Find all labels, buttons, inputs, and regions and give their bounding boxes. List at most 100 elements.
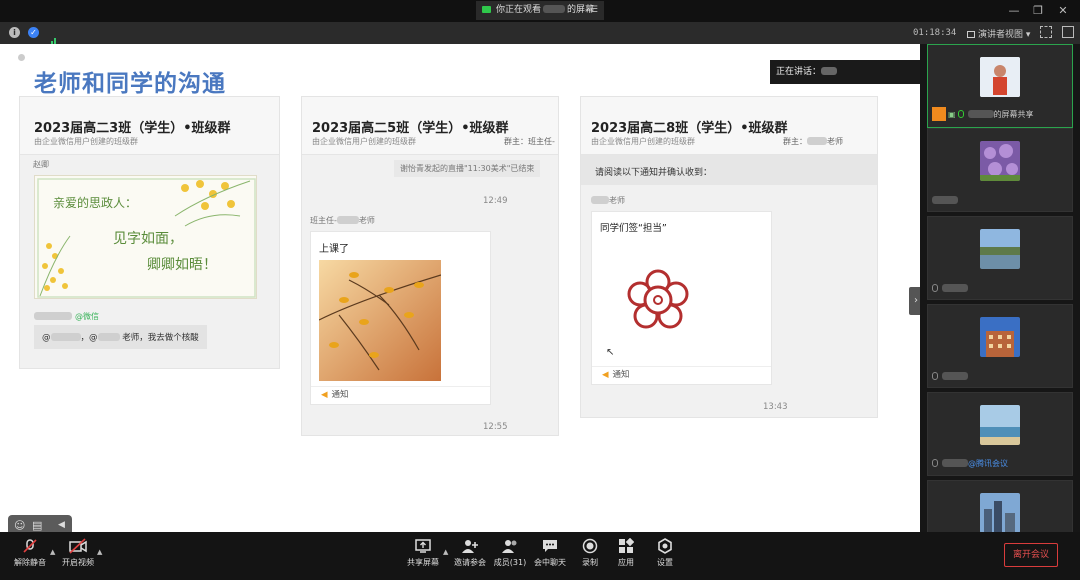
system-message: 谢怡青发起的直播"11:30美术"已结束 xyxy=(394,160,541,177)
participant-tile-screen-share[interactable]: ▣ 的屏幕共享 xyxy=(927,44,1073,128)
hydrangea-flowers xyxy=(980,141,1020,181)
speaker-icon: ◀ xyxy=(321,390,328,400)
card-header: 2023届高二8班（学生）•班级群 由企业微信用户创建的班级群 群主： 老师 xyxy=(581,97,877,155)
close-button[interactable]: ✕ xyxy=(1053,2,1073,19)
meeting-window: 你正在观看 的屏幕 ☰ — ❐ ✕ i ✓ 01:18:34 演讲者视图 ▾ 老师… xyxy=(0,0,1080,580)
emoji-icon[interactable]: ☺ xyxy=(14,519,25,532)
poster-image: 亲爱的思政人： 见字如面， 卿卿如晤！ xyxy=(34,175,257,299)
slide-title: 老师和同学的沟通 xyxy=(34,71,226,97)
participant-name: @腾讯会议 xyxy=(932,458,1008,469)
timestamp: 12:55 xyxy=(483,422,508,432)
beach-photo xyxy=(980,405,1020,445)
add-user-icon xyxy=(462,540,478,553)
start-video-button[interactable]: 开启视频 xyxy=(54,538,102,568)
mic-muted-icon xyxy=(23,539,37,553)
chat-bubble-icon[interactable]: ▤ xyxy=(32,519,42,532)
mic-muted-icon xyxy=(932,284,938,292)
sharing-indicator[interactable]: 你正在观看 的屏幕 ☰ xyxy=(476,1,604,20)
group-owner: 群主： 老师 xyxy=(783,137,843,146)
settings-button[interactable]: 设置 xyxy=(641,538,689,568)
group-name: 2023届高二3班（学生）•班级群 xyxy=(34,121,231,136)
participant-name xyxy=(932,284,968,293)
group-name: 2023届高二5班（学生）•班级群 xyxy=(312,121,509,136)
wechat-sender: @微信 xyxy=(34,311,99,322)
card-header: 2023届高二5班（学生）•班级群 由企业微信用户创建的班级群 群主：班主任- xyxy=(302,97,558,155)
participant-name xyxy=(932,196,958,205)
mic-muted-icon xyxy=(932,459,938,467)
group-subtitle: 由企业微信用户创建的班级群 xyxy=(312,137,416,146)
participant-tile[interactable] xyxy=(927,128,1073,212)
group-subtitle: 由企业微信用户创建的班级群 xyxy=(34,137,138,146)
info-icon[interactable]: i xyxy=(9,27,20,38)
group-owner: 群主：班主任- xyxy=(504,137,555,146)
speaker-icon: ◀ xyxy=(602,370,609,380)
members-icon xyxy=(502,540,517,553)
participant-tile[interactable] xyxy=(927,480,1073,532)
group-name: 2023届高二8班（学生）•班级群 xyxy=(591,121,788,136)
bottom-toolbar: 解除静音 ▲ 开启视频 ▲ 共享屏幕 ▲ 邀请参会 成员(31) 会中聊天 录制 xyxy=(0,532,1080,580)
view-mode-dropdown[interactable]: 演讲者视图 ▾ xyxy=(967,27,1030,40)
sender-name: 班主任- 老师 xyxy=(310,216,375,225)
cityscape-photo xyxy=(980,493,1020,532)
apps-icon xyxy=(619,538,634,553)
participant-name xyxy=(932,372,968,381)
sender-name: 老师 xyxy=(591,195,625,206)
lake-landscape xyxy=(980,229,1020,269)
fullscreen-icon[interactable] xyxy=(1040,26,1052,38)
gear-icon xyxy=(658,538,672,554)
speaking-indicator: 正在讲话： xyxy=(770,60,920,84)
collapse-icon[interactable]: ◀ xyxy=(58,520,65,530)
screen-icon: ▣ xyxy=(948,110,956,119)
timestamp: 13:43 xyxy=(763,402,788,412)
participant-tile[interactable] xyxy=(927,216,1073,300)
chat-card-class3: 2023届高二3班（学生）•班级群 由企业微信用户创建的班级群 赵卿 亲爱的思政… xyxy=(19,96,280,369)
shared-screen: 老师和同学的沟通 2023届高二3班（学生）•班级群 由企业微信用户创建的班级群… xyxy=(0,44,920,532)
leave-meeting-button[interactable]: 离开会议 xyxy=(1004,543,1058,567)
layout-icon xyxy=(967,31,975,38)
person-photo xyxy=(980,57,1020,97)
building-photo xyxy=(980,317,1020,357)
unmute-button[interactable]: 解除静音 xyxy=(6,538,54,568)
host-icon xyxy=(932,107,946,121)
notice-row: ◀ 通知 xyxy=(311,386,490,404)
participant-panel: ↩ ▣的屏幕共享 xyxy=(920,44,1080,532)
notice-bubble[interactable]: 同学们签“担当” ↖ ◀ 通知 xyxy=(591,211,772,385)
minimize-button[interactable]: — xyxy=(1004,2,1024,19)
record-icon xyxy=(582,538,598,554)
reaction-bar: ☺ ▤ ◀ xyxy=(8,515,72,532)
share-screen-button[interactable]: 共享屏幕 xyxy=(399,538,447,568)
timestamp: 12:49 xyxy=(483,196,508,206)
sender-name: 赵卿 xyxy=(33,160,49,169)
view-controls: 01:18:34 演讲者视图 ▾ xyxy=(905,22,1080,44)
chat-icon xyxy=(543,540,557,552)
chat-card-class5: 2023届高二5班（学生）•班级群 由企业微信用户创建的班级群 群主：班主任- … xyxy=(301,96,559,436)
participant-name: ▣ 的屏幕共享 xyxy=(932,107,1034,121)
notice-bubble[interactable]: 上课了 ◀ 通知 xyxy=(310,231,491,405)
card-header: 2023届高二3班（学生）•班级群 由企业微信用户创建的班级群 xyxy=(20,97,279,155)
blurred-name xyxy=(543,5,566,13)
meeting-timer: 01:18:34 xyxy=(913,28,957,38)
flower-sticker xyxy=(627,269,689,329)
notice-row: ◀ 通知 xyxy=(592,366,771,384)
pin-icon xyxy=(18,54,25,61)
autumn-photo xyxy=(318,260,442,381)
mic-icon xyxy=(957,110,964,118)
sidebar-toggle-icon[interactable] xyxy=(1062,26,1074,38)
chat-card-class8: 2023届高二8班（学生）•班级群 由企业微信用户创建的班级群 群主： 老师 请阅… xyxy=(580,96,878,418)
participant-tile[interactable]: @腾讯会议 xyxy=(927,392,1073,476)
camera-icon xyxy=(482,6,491,13)
mic-muted-icon xyxy=(932,372,938,380)
title-bar: 你正在观看 的屏幕 ☰ — ❐ ✕ xyxy=(0,0,1080,22)
chevron-up-icon[interactable]: ▲ xyxy=(97,548,102,556)
cursor-icon: ↖ xyxy=(606,347,615,358)
participant-tile[interactable] xyxy=(927,304,1073,388)
status-bar: i ✓ xyxy=(0,22,920,47)
shield-icon[interactable]: ✓ xyxy=(28,27,39,38)
camera-off-icon xyxy=(69,538,87,554)
maximize-button[interactable]: ❐ xyxy=(1028,2,1048,19)
share-screen-icon xyxy=(415,539,431,553)
message-bubble: @ ，@ 老师，我去做个核酸 xyxy=(34,325,207,349)
long-message: 请阅读以下通知并确认收到： xyxy=(581,155,877,185)
hamburger-icon[interactable]: ☰ xyxy=(590,1,598,20)
group-subtitle: 由企业微信用户创建的班级群 xyxy=(591,137,695,146)
